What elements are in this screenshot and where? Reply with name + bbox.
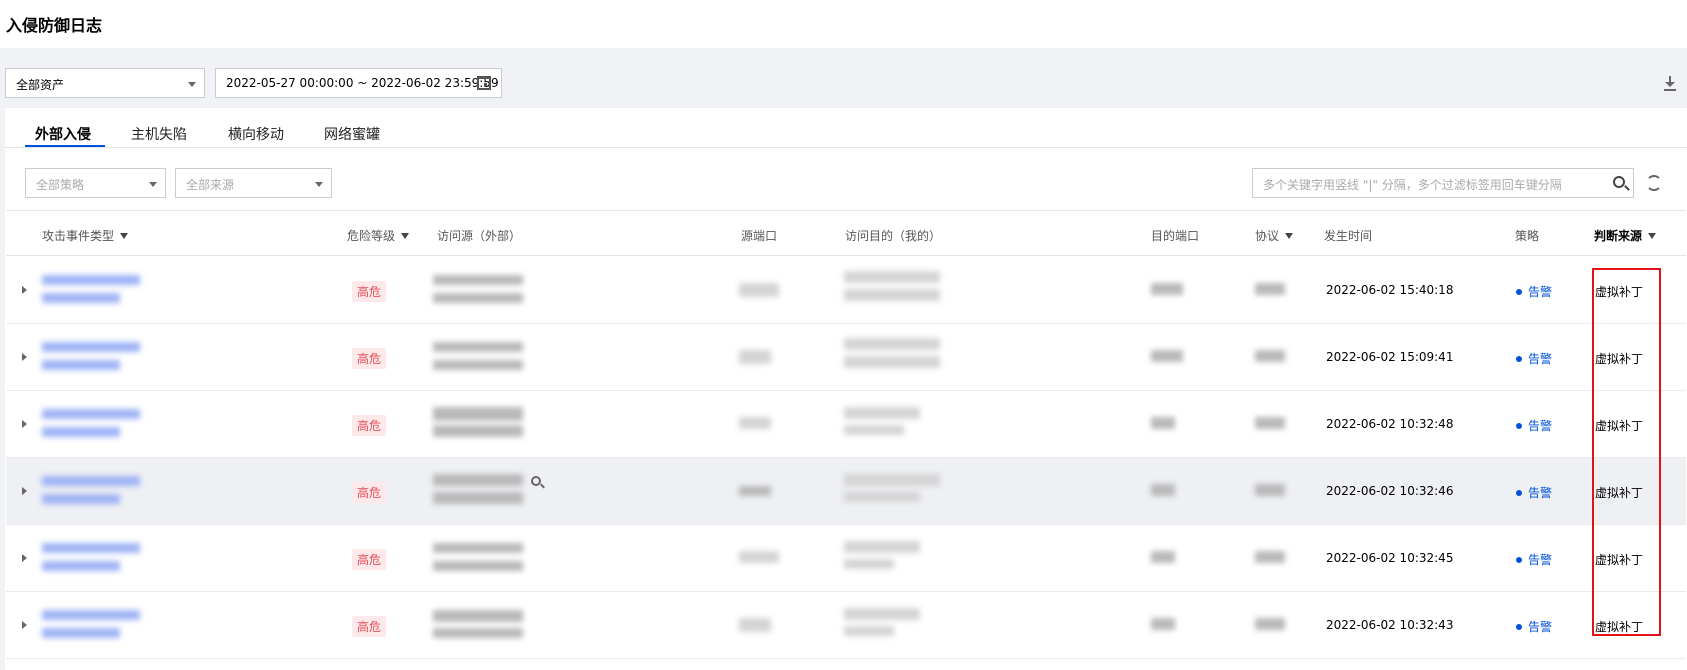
filter-icon bbox=[401, 233, 410, 239]
table-row[interactable]: 高危 2022-06-02 15:40:18 告警 虚拟补丁 bbox=[6, 257, 1686, 324]
tab-lateral-movement[interactable]: 横向移动 bbox=[228, 124, 284, 144]
chevron-down-icon bbox=[315, 182, 323, 187]
policy-status: 告警 bbox=[1516, 484, 1552, 501]
table-row[interactable]: 高危 2022-06-02 10:32:45 告警 虚拟补丁 bbox=[6, 525, 1686, 592]
filter-icon bbox=[1285, 233, 1294, 239]
column-header-destination-port: 目的端口 bbox=[1151, 229, 1200, 243]
column-header-access-source: 访问源（外部） bbox=[437, 229, 522, 243]
chevron-down-icon bbox=[149, 182, 157, 187]
risk-badge: 高危 bbox=[352, 482, 387, 503]
column-header-source-port: 源端口 bbox=[741, 229, 778, 243]
active-tab-indicator bbox=[25, 145, 105, 147]
search-placeholder: 多个关键字用竖线 "|" 分隔，多个过滤标签用回车键分隔 bbox=[1263, 178, 1562, 192]
search-input[interactable]: 多个关键字用竖线 "|" 分隔，多个过滤标签用回车键分隔 bbox=[1252, 168, 1634, 198]
column-header-policy: 策略 bbox=[1515, 229, 1540, 243]
policy-status: 告警 bbox=[1516, 350, 1552, 367]
source-filter-placeholder: 全部来源 bbox=[186, 178, 235, 192]
date-range-value: 2022-05-27 00:00:00 ~ 2022-06-02 23:59:5… bbox=[226, 76, 499, 90]
event-time: 2022-06-02 15:09:41 bbox=[1326, 350, 1454, 364]
tab-host-compromise[interactable]: 主机失陷 bbox=[131, 124, 187, 144]
event-time: 2022-06-02 15:40:18 bbox=[1326, 283, 1454, 297]
asset-select-value: 全部资产 bbox=[16, 78, 65, 92]
risk-badge: 高危 bbox=[352, 549, 387, 570]
column-header-time: 发生时间 bbox=[1324, 229, 1373, 243]
chevron-down-icon bbox=[188, 82, 196, 87]
refresh-icon[interactable] bbox=[1646, 175, 1662, 191]
download-icon[interactable] bbox=[1664, 76, 1678, 92]
tab-bar: 外部入侵 主机失陷 横向移动 网络蜜罐 bbox=[5, 108, 1687, 148]
table-row[interactable]: 高危 2022-06-02 10:32:46 告警 虚拟补丁 bbox=[6, 458, 1686, 525]
risk-badge: 高危 bbox=[352, 281, 387, 302]
page-title: 入侵防御日志 bbox=[6, 16, 103, 35]
tab-honeypot[interactable]: 网络蜜罐 bbox=[324, 124, 380, 144]
policy-status: 告警 bbox=[1516, 283, 1552, 300]
judgment-source-highlight-box bbox=[1592, 268, 1661, 636]
event-time: 2022-06-02 10:32:48 bbox=[1326, 417, 1454, 431]
policy-filter-select[interactable]: 全部策略 bbox=[25, 168, 166, 198]
column-header-risk-level[interactable]: 危险等级 bbox=[347, 227, 410, 244]
table-row[interactable]: 高危 2022-06-02 15:09:41 告警 虚拟补丁 bbox=[6, 324, 1686, 391]
search-icon[interactable] bbox=[1613, 176, 1625, 188]
log-panel: 外部入侵 主机失陷 横向移动 网络蜜罐 全部策略 全部来源 多个关键字用竖线 "… bbox=[5, 108, 1687, 670]
column-header-access-destination: 访问目的（我的） bbox=[845, 229, 942, 243]
policy-status: 告警 bbox=[1516, 417, 1552, 434]
column-header-attack-type[interactable]: 攻击事件类型 bbox=[42, 227, 129, 244]
column-header-protocol[interactable]: 协议 bbox=[1255, 227, 1294, 244]
risk-badge: 高危 bbox=[352, 415, 387, 436]
tab-external-intrusion[interactable]: 外部入侵 bbox=[35, 124, 91, 144]
calendar-icon bbox=[477, 76, 491, 90]
policy-filter-placeholder: 全部策略 bbox=[36, 178, 85, 192]
top-bar: 入侵防御日志 bbox=[0, 0, 1687, 48]
event-time: 2022-06-02 10:32:43 bbox=[1326, 618, 1454, 632]
event-time: 2022-06-02 10:32:45 bbox=[1326, 551, 1454, 565]
expand-arrow-icon[interactable] bbox=[22, 621, 27, 629]
expand-arrow-icon[interactable] bbox=[22, 286, 27, 294]
column-header-judgment-source[interactable]: 判断来源 bbox=[1594, 227, 1657, 244]
expand-arrow-icon[interactable] bbox=[22, 487, 27, 495]
table-row[interactable]: 高危 2022-06-02 10:32:48 告警 虚拟补丁 bbox=[6, 391, 1686, 458]
expand-arrow-icon[interactable] bbox=[22, 554, 27, 562]
policy-status: 告警 bbox=[1516, 618, 1552, 635]
expand-arrow-icon[interactable] bbox=[22, 353, 27, 361]
expand-arrow-icon[interactable] bbox=[22, 420, 27, 428]
date-range-picker[interactable]: 2022-05-27 00:00:00 ~ 2022-06-02 23:59:5… bbox=[215, 68, 502, 98]
table-row[interactable]: 高危 2022-06-02 10:32:43 告警 虚拟补丁 bbox=[6, 592, 1686, 659]
filter-icon bbox=[1648, 233, 1657, 239]
policy-status: 告警 bbox=[1516, 551, 1552, 568]
event-time: 2022-06-02 10:32:46 bbox=[1326, 484, 1454, 498]
search-icon[interactable] bbox=[531, 476, 541, 486]
risk-badge: 高危 bbox=[352, 616, 387, 637]
risk-badge: 高危 bbox=[352, 348, 387, 369]
asset-select[interactable]: 全部资产 bbox=[5, 68, 205, 98]
source-filter-select[interactable]: 全部来源 bbox=[175, 168, 332, 198]
table-header: 攻击事件类型 危险等级 访问源（外部） 源端口 访问目的（我的） 目的端口 协议… bbox=[6, 210, 1686, 256]
filter-icon bbox=[120, 233, 129, 239]
